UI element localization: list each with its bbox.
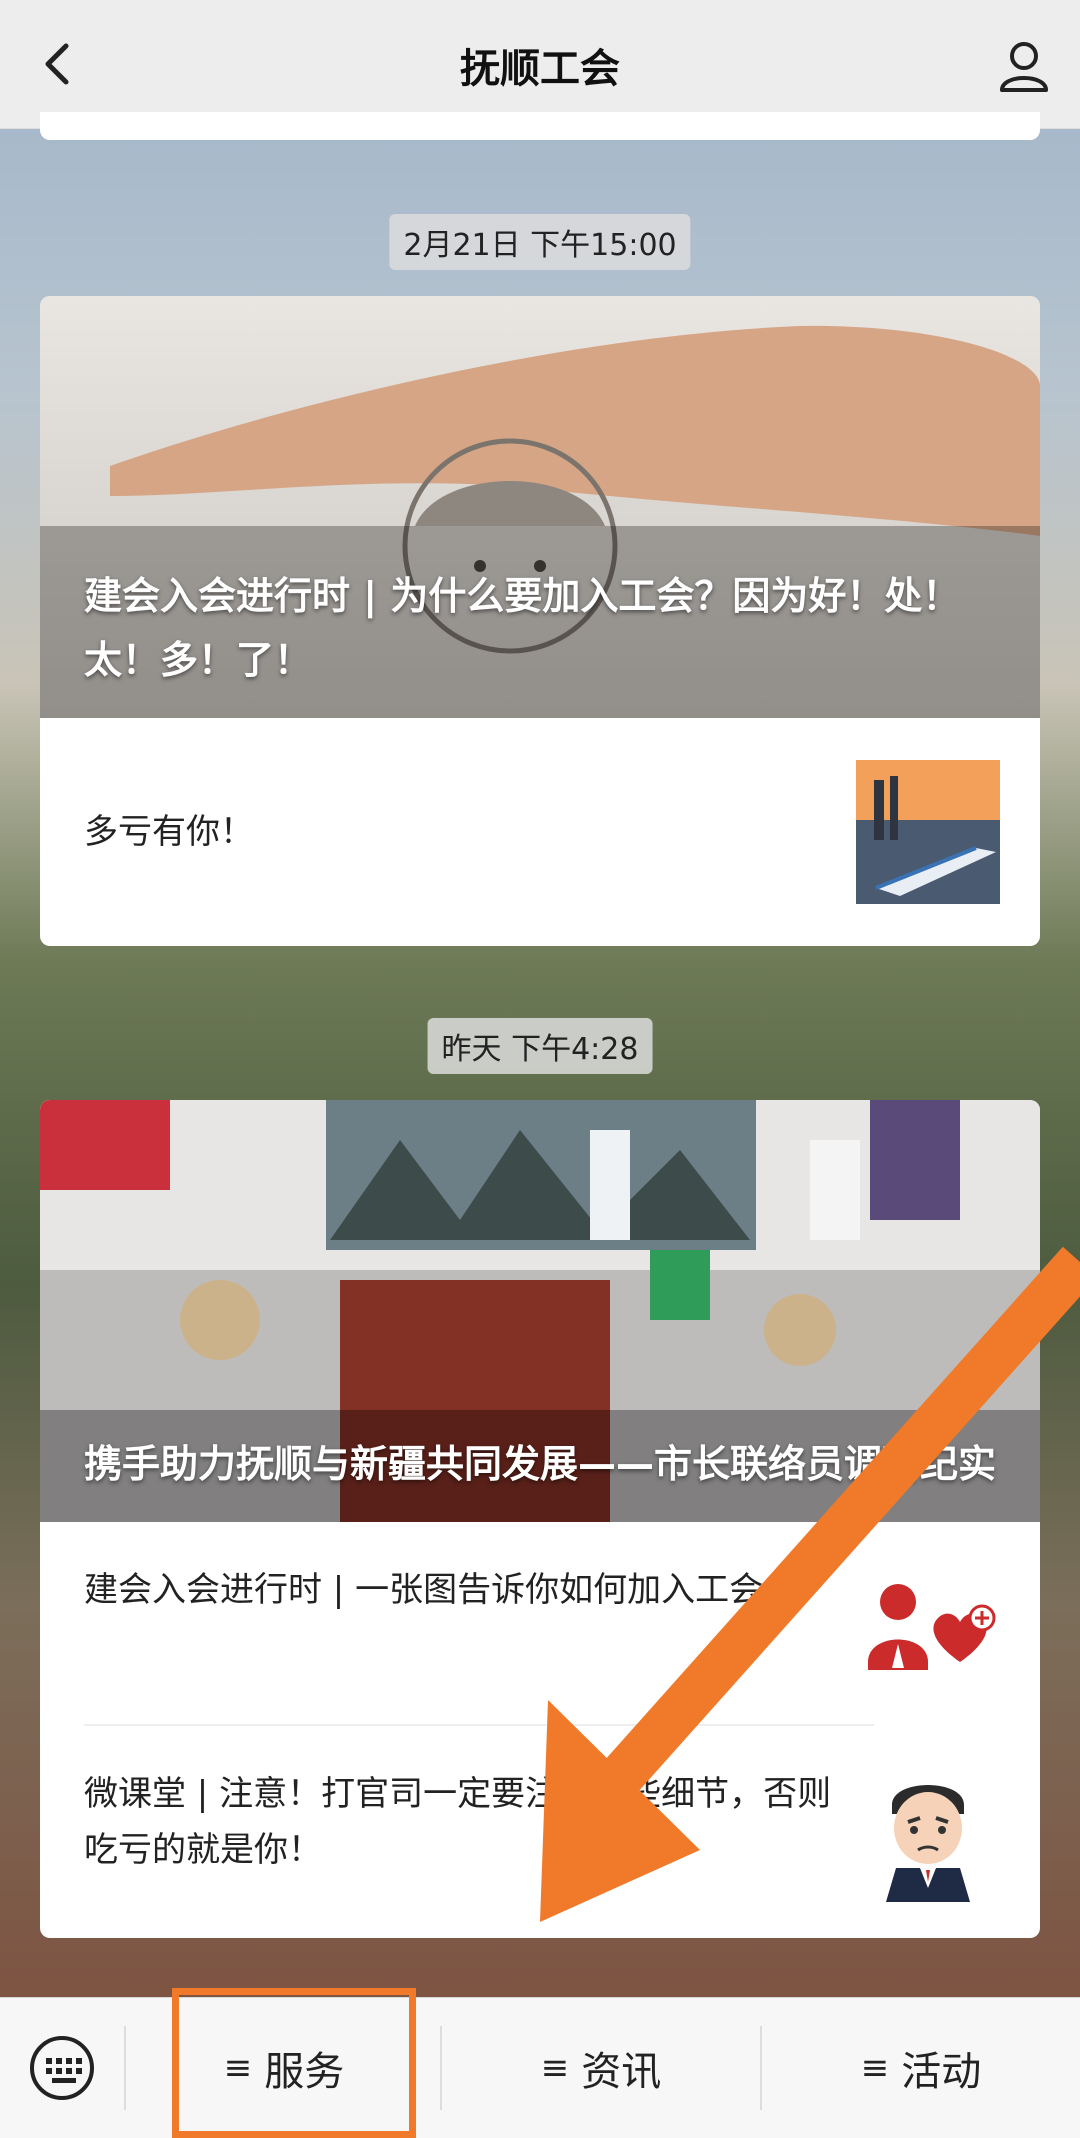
page-title: 抚顺工会 bbox=[460, 46, 620, 92]
menu-prefix-icon: ≡ bbox=[540, 2048, 570, 2088]
article-hero[interactable]: 携手助力抚顺与新疆共同发展——市长联络员调研纪实 bbox=[40, 1100, 1040, 1522]
list-item-title: 多亏有你！ bbox=[84, 812, 254, 852]
train-thumbnail bbox=[856, 760, 1000, 904]
list-item[interactable]: 建会入会进行时 | 一张图告诉你如何加入工会 bbox=[40, 1522, 1040, 1722]
menu-prefix-icon: ≡ bbox=[860, 2048, 890, 2088]
keyboard-icon[interactable] bbox=[28, 2034, 96, 2102]
list-item-title: 微课堂 | 注意！打官司一定要注意这些细节，否则吃亏的就是你！ bbox=[84, 1774, 832, 1870]
menu-item-activities[interactable]: ≡ 活动 bbox=[762, 1998, 1080, 2138]
highlight-box bbox=[172, 1988, 416, 2138]
article-card: 携手助力抚顺与新疆共同发展——市长联络员调研纪实 建会入会进行时 | 一张图告诉… bbox=[40, 1100, 1040, 1938]
article-title: 携手助力抚顺与新疆共同发展——市长联络员调研纪实 bbox=[84, 1432, 996, 1496]
menu-item-news[interactable]: ≡ 资讯 bbox=[442, 1998, 760, 2138]
timestamp: 2月21日 下午15:00 bbox=[389, 214, 691, 270]
list-item[interactable]: 多亏有你！ bbox=[40, 718, 1040, 946]
menu-item-label: 资讯 bbox=[581, 2049, 662, 2095]
bottom-menu: ≡ 服务 ≡ 资讯 ≡ 活动 bbox=[0, 1997, 1080, 2138]
list-item-title: 建会入会进行时 | 一张图告诉你如何加入工会 bbox=[84, 1570, 764, 1610]
list-item[interactable]: 微课堂 | 注意！打官司一定要注意这些细节，否则吃亏的就是你！ bbox=[40, 1722, 1040, 1936]
article-card: 建会入会进行时 | 为什么要加入工会？因为好！处！太！多！了！ 多亏有你！ bbox=[40, 296, 1040, 946]
timestamp: 昨天 下午4:28 bbox=[427, 1018, 653, 1074]
menu-item-label: 活动 bbox=[901, 2049, 982, 2095]
menu-divider bbox=[124, 2026, 126, 2110]
previous-card-bottom bbox=[40, 112, 1040, 140]
top-bar: 抚顺工会 bbox=[0, 0, 1080, 129]
article-hero[interactable]: 建会入会进行时 | 为什么要加入工会？因为好！处！太！多！了！ bbox=[40, 296, 1040, 718]
article-title: 建会入会进行时 | 为什么要加入工会？因为好！处！太！多！了！ bbox=[84, 574, 961, 682]
person-heart-icon bbox=[868, 1584, 996, 1670]
profile-icon[interactable] bbox=[992, 34, 1056, 98]
cartoon-official-icon bbox=[856, 1758, 1000, 1902]
article-title-line: 携手助力抚顺与新疆共同发展——市长联络员调研纪实 bbox=[84, 1442, 997, 1486]
